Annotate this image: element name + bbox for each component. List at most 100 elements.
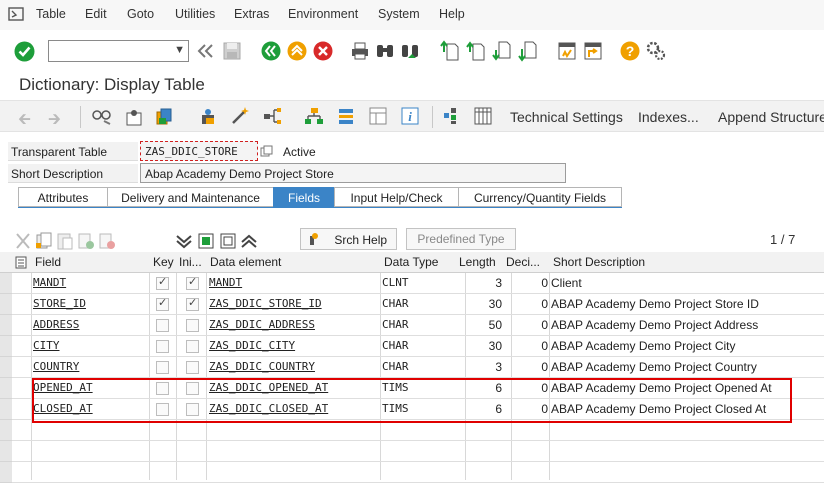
save-icon[interactable] bbox=[222, 41, 242, 61]
cancel-icon[interactable] bbox=[313, 41, 333, 61]
initial-checkbox[interactable] bbox=[186, 275, 199, 290]
menu-table[interactable]: Table bbox=[36, 7, 66, 21]
initial-checkbox[interactable] bbox=[186, 361, 199, 374]
col-header-length[interactable]: Length bbox=[459, 255, 496, 269]
data-element-link[interactable]: ZAS_DDIC_COUNTRY bbox=[209, 360, 315, 373]
first-page-icon[interactable] bbox=[440, 40, 460, 62]
hierarchy-icon[interactable] bbox=[262, 106, 282, 126]
other-object-icon[interactable] bbox=[124, 108, 144, 126]
magic-wand-icon[interactable] bbox=[230, 106, 250, 126]
next-page-icon[interactable] bbox=[492, 40, 512, 62]
select-all-icon[interactable] bbox=[196, 231, 216, 251]
key-checkbox[interactable] bbox=[156, 403, 169, 416]
srch-help-button[interactable]: Srch Help bbox=[300, 228, 397, 250]
customize-layout-icon[interactable] bbox=[646, 41, 666, 61]
menu-system[interactable]: System bbox=[378, 7, 420, 21]
short-description-field[interactable]: Abap Academy Demo Project Store bbox=[140, 163, 566, 183]
tab-currency-quantity[interactable]: Currency/Quantity Fields bbox=[458, 187, 622, 207]
field-name[interactable]: CLOSED_AT bbox=[33, 402, 93, 415]
exit-icon[interactable] bbox=[287, 41, 307, 61]
enter-check-icon[interactable] bbox=[14, 41, 35, 62]
key-checkbox[interactable] bbox=[156, 340, 169, 353]
collapse-all-icon[interactable] bbox=[239, 231, 259, 251]
field-name[interactable]: CITY bbox=[33, 339, 60, 352]
col-header-decimals[interactable]: Deci... bbox=[506, 255, 540, 269]
shortcut-icon[interactable] bbox=[583, 41, 603, 61]
initial-checkbox[interactable] bbox=[186, 340, 199, 353]
copy-icon[interactable] bbox=[260, 145, 273, 158]
sap-app-icon[interactable] bbox=[8, 7, 24, 21]
menu-help[interactable]: Help bbox=[439, 7, 465, 21]
data-element-link[interactable]: ZAS_DDIC_CLOSED_AT bbox=[209, 402, 328, 415]
tab-delivery-maintenance[interactable]: Delivery and Maintenance bbox=[107, 187, 274, 207]
info-icon[interactable]: i bbox=[400, 106, 420, 126]
row-selector[interactable] bbox=[0, 336, 12, 357]
deselect-all-icon[interactable] bbox=[218, 231, 238, 251]
row-selector[interactable] bbox=[0, 357, 12, 378]
tab-fields[interactable]: Fields bbox=[273, 187, 335, 207]
field-name[interactable]: MANDT bbox=[33, 276, 66, 289]
col-header-short-description[interactable]: Short Description bbox=[553, 255, 645, 269]
data-element-link[interactable]: ZAS_DDIC_CITY bbox=[209, 339, 295, 352]
field-name[interactable]: OPENED_AT bbox=[33, 381, 93, 394]
prev-page-icon[interactable] bbox=[466, 40, 486, 62]
menu-goto[interactable]: Goto bbox=[127, 7, 154, 21]
col-header-initial[interactable]: Ini... bbox=[179, 255, 202, 269]
table-row[interactable]: CLOSED_AT ZAS_DDIC_CLOSED_AT TIMS 6 0 ABAP Ac… bbox=[12, 399, 824, 420]
back-icon[interactable] bbox=[196, 43, 214, 59]
table-row[interactable]: ADDRESS ZAS_DDIC_ADDRESS CHAR 50 0 ABAP Acade… bbox=[12, 315, 824, 336]
display-change-icon[interactable] bbox=[92, 108, 112, 126]
table-name-field[interactable]: ZAS_DDIC_STORE bbox=[140, 141, 258, 161]
col-header-data-element[interactable]: Data element bbox=[210, 255, 281, 269]
key-checkbox[interactable] bbox=[156, 319, 169, 332]
find-next-icon[interactable] bbox=[400, 41, 420, 61]
create-session-icon[interactable] bbox=[557, 41, 577, 61]
table-row[interactable]: STORE_ID ZAS_DDIC_STORE_ID CHAR 30 0ABAP Aca… bbox=[12, 294, 824, 315]
row-selector[interactable] bbox=[0, 420, 12, 441]
table-row[interactable]: CITY ZAS_DDIC_CITY CHAR 30 0 ABAP Academy Dem… bbox=[12, 336, 824, 357]
table-row[interactable]: MANDT MANDT CLNT 3 0Client bbox=[12, 273, 824, 294]
key-checkbox[interactable] bbox=[156, 382, 169, 395]
menu-environment[interactable]: Environment bbox=[288, 7, 358, 21]
initial-checkbox[interactable] bbox=[186, 382, 199, 395]
chevron-down-icon[interactable]: ▼ bbox=[174, 44, 185, 56]
row-selector[interactable] bbox=[0, 315, 12, 336]
data-element-link[interactable]: ZAS_DDIC_OPENED_AT bbox=[209, 381, 328, 394]
cut-icon[interactable] bbox=[13, 231, 33, 251]
technical-settings-button[interactable]: Technical Settings bbox=[510, 109, 623, 125]
table-row[interactable]: OPENED_AT ZAS_DDIC_OPENED_AT TIMS 6 0 ABAP Ac… bbox=[12, 378, 824, 399]
command-field[interactable]: ▼ bbox=[48, 40, 189, 62]
append-structure-button[interactable]: Append Structure bbox=[718, 109, 824, 125]
field-name[interactable]: COUNTRY bbox=[33, 360, 79, 373]
arrow-left-icon[interactable]: 🡰 bbox=[18, 108, 31, 135]
initial-checkbox[interactable] bbox=[186, 403, 199, 416]
structure-icon[interactable] bbox=[442, 106, 462, 126]
layout-icon[interactable] bbox=[368, 106, 388, 126]
row-selector[interactable] bbox=[0, 273, 12, 294]
paste-icon[interactable] bbox=[55, 231, 75, 251]
row-selector[interactable] bbox=[0, 399, 12, 420]
data-element-link[interactable]: ZAS_DDIC_ADDRESS bbox=[209, 318, 315, 331]
arrow-right-icon[interactable]: 🡲 bbox=[48, 108, 61, 135]
key-checkbox[interactable] bbox=[156, 296, 169, 311]
table-row[interactable] bbox=[12, 420, 824, 441]
initial-checkbox[interactable] bbox=[186, 319, 199, 332]
find-icon[interactable] bbox=[375, 41, 395, 61]
green-back-icon[interactable] bbox=[261, 41, 281, 61]
field-name[interactable]: ADDRESS bbox=[33, 318, 79, 331]
tree-structure-icon[interactable] bbox=[304, 106, 324, 126]
row-selector[interactable] bbox=[0, 378, 12, 399]
delete-row-icon[interactable] bbox=[97, 231, 117, 251]
insert-row-icon[interactable] bbox=[76, 231, 96, 251]
data-element-link[interactable]: ZAS_DDIC_STORE_ID bbox=[209, 297, 322, 310]
table-row[interactable]: COUNTRY ZAS_DDIC_COUNTRY CHAR 3 0 ABAP Academ… bbox=[12, 357, 824, 378]
tab-input-help-check[interactable]: Input Help/Check bbox=[334, 187, 459, 207]
table-contents-icon[interactable] bbox=[473, 106, 493, 126]
last-page-icon[interactable] bbox=[518, 40, 538, 62]
predefined-type-button[interactable]: Predefined Type bbox=[406, 228, 516, 250]
initial-checkbox[interactable] bbox=[186, 296, 199, 311]
key-checkbox[interactable] bbox=[156, 275, 169, 290]
col-header-field[interactable]: Field bbox=[35, 255, 61, 269]
row-selector[interactable] bbox=[0, 294, 12, 315]
menu-edit[interactable]: Edit bbox=[85, 7, 107, 21]
